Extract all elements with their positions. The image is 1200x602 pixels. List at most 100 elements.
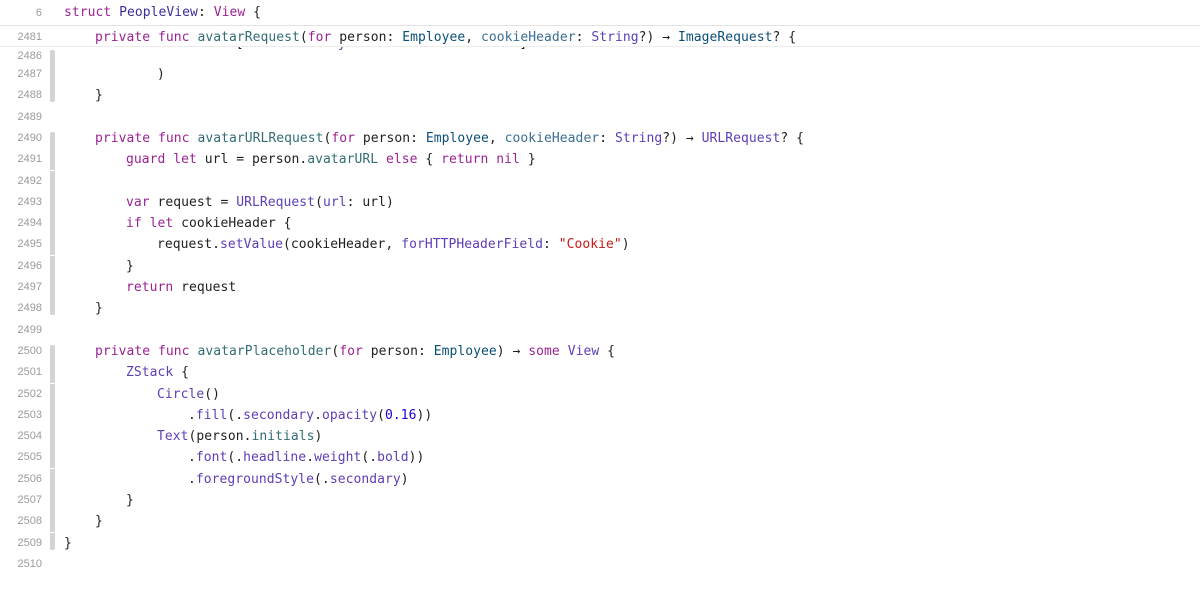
- code-text: private func avatarURLRequest(for person…: [95, 128, 804, 149]
- code-token: {: [173, 365, 190, 381]
- change-bar[interactable]: [50, 149, 55, 171]
- change-bar[interactable]: [50, 468, 55, 490]
- code-token: private: [95, 29, 151, 45]
- code-line[interactable]: 2502 Circle(): [0, 383, 1200, 405]
- code-token: {: [245, 5, 261, 20]
- change-bar[interactable]: [50, 64, 55, 85]
- code-line[interactable]: 2494 if let cookieHeader {: [0, 213, 1200, 235]
- change-bar[interactable]: [50, 447, 55, 469]
- code-text: ZStack {: [126, 362, 189, 383]
- code-line[interactable]: 2488}: [0, 85, 1200, 106]
- code-token: View: [213, 5, 246, 20]
- change-bar[interactable]: [50, 344, 55, 362]
- code-token: }: [519, 152, 536, 168]
- sticky-scope-header[interactable]: 6 struct PeopleView: View {: [0, 1, 1200, 26]
- code-token: "Cookie": [558, 237, 622, 253]
- code-token: :: [542, 237, 559, 253]
- code-token: }: [95, 301, 103, 317]
- code-token: person:: [331, 29, 403, 45]
- change-bar[interactable]: [50, 511, 55, 533]
- code-token: for: [331, 130, 355, 146]
- code-line[interactable]: 2509}: [0, 532, 1200, 554]
- code-text: ): [157, 64, 165, 85]
- line-number: 2497: [17, 281, 42, 293]
- change-bar[interactable]: [50, 277, 55, 298]
- code-text: Circle(): [157, 384, 220, 405]
- code-line[interactable]: 2497 return request: [0, 277, 1200, 298]
- code-token: ? {: [772, 29, 797, 45]
- code-line[interactable]: 2493 var request = URLRequest(url: url): [0, 191, 1200, 213]
- change-bar[interactable]: [50, 85, 55, 103]
- code-line[interactable]: 2501 ZStack {: [0, 362, 1200, 384]
- line-number: 2504: [17, 430, 42, 443]
- code-line[interactable]: 2510: [0, 554, 1200, 575]
- code-token: (: [377, 407, 385, 423]
- code-token: String: [591, 29, 639, 45]
- code-line[interactable]: 2506 .foregroundStyle(.secondary): [0, 468, 1200, 490]
- code-token: .: [188, 407, 196, 423]
- code-line[interactable]: 2498}: [0, 298, 1200, 319]
- code-line[interactable]: 2504 Text(person.initials): [0, 426, 1200, 448]
- change-bar[interactable]: [50, 131, 55, 149]
- change-bar[interactable]: [50, 298, 55, 316]
- code-text: private func avatarRequest(for person: E…: [95, 27, 797, 46]
- code-line[interactable]: 2505 .font(.headline.weight(.bold)): [0, 447, 1200, 469]
- code-token: headline: [243, 450, 307, 466]
- code-line[interactable]: 2490 private func avatarURLRequest(for pe…: [0, 128, 1200, 149]
- code-token: ,: [488, 130, 505, 146]
- change-bar[interactable]: [50, 213, 55, 235]
- code-token: person:: [355, 130, 426, 146]
- code-token: :: [599, 130, 615, 146]
- code-token: nil: [496, 152, 520, 168]
- code-token: opacity: [321, 407, 378, 423]
- code-token: {: [417, 152, 442, 168]
- code-token: foregroundStyle: [195, 471, 315, 487]
- code-line[interactable]: 2492: [0, 170, 1200, 192]
- code-token: request =: [149, 194, 237, 210]
- change-bar[interactable]: [50, 490, 55, 511]
- code-text: .foregroundStyle(.secondary): [188, 469, 409, 490]
- code-line[interactable]: 2508}: [0, 511, 1200, 533]
- code-line[interactable]: 2496}: [0, 255, 1200, 277]
- code-line[interactable]: 2500 private func avatarPlaceholder(for p…: [0, 341, 1200, 362]
- line-number: 2493: [17, 195, 42, 208]
- change-bar[interactable]: [50, 532, 55, 550]
- code-token: ): [621, 237, 630, 253]
- code-editor[interactable]: 6 struct PeopleView: View { userInfo: [.…: [0, 0, 1200, 602]
- code-text: .font(.headline.weight(.bold)): [188, 447, 424, 468]
- change-bar[interactable]: [50, 170, 55, 192]
- change-bar[interactable]: [50, 362, 55, 384]
- code-token: struct: [64, 5, 112, 20]
- code-token: request.: [157, 237, 221, 253]
- line-number: 2503: [17, 408, 42, 421]
- code-line[interactable]: 2487): [0, 64, 1200, 85]
- code-token: Circle: [157, 386, 205, 402]
- code-line[interactable]: 2481 private func avatarRequest(for perso…: [0, 26, 1200, 47]
- line-number: 2487: [17, 68, 42, 80]
- change-bar[interactable]: [50, 383, 55, 405]
- code-token: request: [173, 280, 237, 295]
- change-bar[interactable]: [50, 191, 55, 213]
- line-number: 6: [35, 7, 42, 19]
- code-token: return: [126, 280, 174, 295]
- code-token: (: [299, 29, 308, 45]
- change-bar[interactable]: [50, 234, 55, 256]
- code-line[interactable]: 2499: [0, 320, 1200, 341]
- line-number: 2488: [17, 89, 42, 102]
- change-bar[interactable]: [50, 404, 55, 426]
- code-line[interactable]: 2503 .fill(.secondary.opacity(0.16)): [0, 404, 1200, 426]
- code-line[interactable]: 2507}: [0, 490, 1200, 511]
- code-line[interactable]: 2495 request.setValue(cookieHeader, forHT…: [0, 234, 1200, 256]
- code-token: :: [197, 5, 214, 20]
- code-line[interactable]: 2491 guard let url = person.avatarURL els…: [0, 149, 1200, 171]
- code-token: func: [158, 130, 190, 146]
- code-line[interactable]: 2489: [0, 107, 1200, 128]
- change-bar[interactable]: [50, 426, 55, 448]
- code-token: func: [158, 343, 190, 359]
- code-token: .: [188, 471, 196, 487]
- code-token: secondary: [329, 471, 401, 487]
- change-bar[interactable]: [50, 255, 55, 277]
- line-number: 2505: [17, 451, 42, 464]
